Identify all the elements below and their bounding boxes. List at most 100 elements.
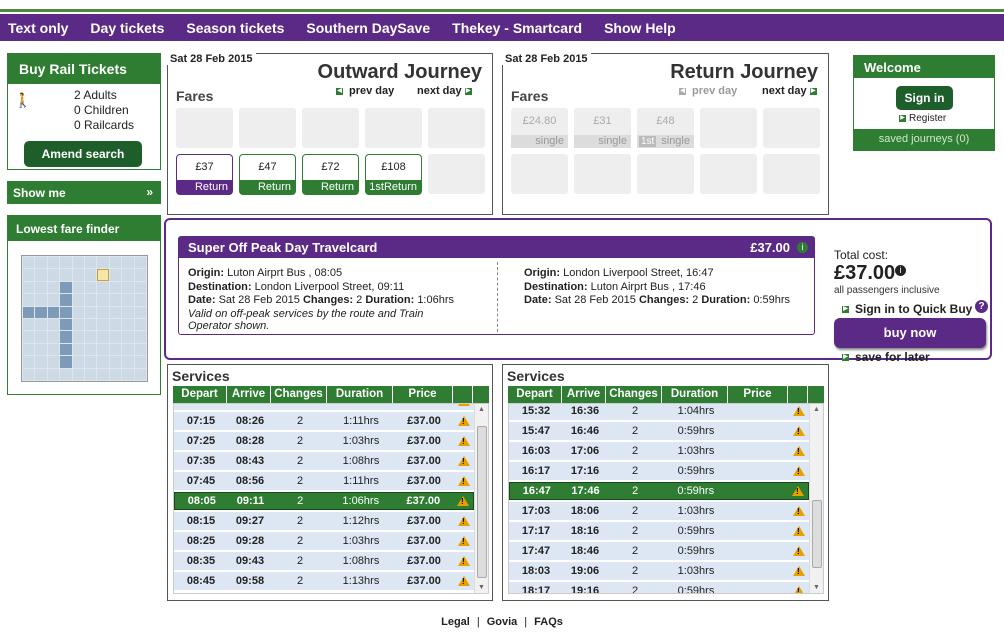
service-row[interactable]: 18:03 19:06 2 1:03hrs xyxy=(509,562,809,580)
buy-now-button[interactable]: buy now xyxy=(834,318,986,348)
service-row[interactable]: 08:25 09:28 2 1:03hrs £37.00 xyxy=(174,532,474,550)
warning-icon-cell[interactable] xyxy=(454,576,474,586)
nav-show-help[interactable]: Show Help xyxy=(604,20,676,36)
warning-icon xyxy=(458,476,470,486)
warning-icon xyxy=(793,526,805,536)
service-row[interactable]: 15:32 16:36 2 1:04hrs xyxy=(509,404,809,420)
footer-legal-link[interactable]: Legal xyxy=(441,616,470,628)
warning-icon-cell[interactable] xyxy=(789,546,809,556)
return-prev-day-link[interactable]: ◀ prev day xyxy=(679,85,737,97)
fare-option[interactable]: £72 Return xyxy=(302,154,359,195)
column-header-warning xyxy=(453,386,473,403)
sign-in-button[interactable]: Sign in xyxy=(896,86,953,110)
service-row[interactable]: 07:25 08:28 2 1:03hrs £37.00 xyxy=(174,432,474,450)
amend-search-button[interactable]: Amend search xyxy=(24,141,142,167)
service-row[interactable]: 15:47 16:46 2 0:59hrs xyxy=(509,422,809,440)
fare-option[interactable]: £31 single xyxy=(574,108,631,148)
fare-grid-cell xyxy=(134,356,146,368)
scroll-down-icon[interactable]: ▼ xyxy=(813,584,820,591)
warning-icon-cell[interactable] xyxy=(789,586,809,593)
footer-faqs-link[interactable]: FAQs xyxy=(534,616,563,628)
scrollbar-thumb[interactable] xyxy=(812,500,822,568)
fare-option[interactable]: £108 1stReturn xyxy=(365,154,422,195)
nav-southern-daysave[interactable]: Southern DaySave xyxy=(306,20,430,36)
outward-next-day-link[interactable]: next day ▶ xyxy=(417,85,472,97)
scrollbar-thumb[interactable] xyxy=(477,426,487,578)
return-destination: Luton Airprt Bus , 17:46 xyxy=(590,280,706,293)
service-row[interactable]: 07:35 08:43 2 1:08hrs £37.00 xyxy=(174,452,474,470)
nav-day-tickets[interactable]: Day tickets xyxy=(90,20,164,36)
warning-icon-cell[interactable] xyxy=(454,476,474,486)
scrollbar[interactable]: ▲ ▼ xyxy=(809,404,823,593)
fare-option[interactable]: £37 Return xyxy=(176,154,233,195)
fare-option[interactable]: £47 Return xyxy=(239,154,296,195)
lowest-fare-grid-thumbnail[interactable] xyxy=(21,255,148,382)
service-row[interactable]: 08:35 09:43 2 1:08hrs £37.00 xyxy=(174,552,474,570)
fare-grid-cell xyxy=(109,306,122,318)
nav-text-only[interactable]: Text only xyxy=(8,20,68,36)
depart-time: 07:25 xyxy=(186,435,216,447)
warning-icon-cell[interactable] xyxy=(454,416,474,426)
fare-grid-cell xyxy=(97,343,109,356)
warning-icon-cell[interactable] xyxy=(454,404,474,406)
fare-grid-cell xyxy=(23,281,35,294)
warning-icon-cell[interactable] xyxy=(453,496,473,506)
save-for-later-link[interactable]: ▶ save for later xyxy=(842,350,930,364)
service-row[interactable]: 07:45 08:56 2 1:11hrs £37.00 xyxy=(174,472,474,490)
service-row[interactable]: 07:0508:1121:06hrs£37.00 xyxy=(174,404,474,410)
info-icon[interactable]: i xyxy=(797,242,808,253)
column-header: Price xyxy=(728,386,788,403)
warning-icon-cell[interactable] xyxy=(789,526,809,536)
price: £37.00 xyxy=(407,515,441,527)
saved-journeys-link[interactable]: saved journeys (0) xyxy=(854,129,994,150)
scroll-up-icon[interactable]: ▲ xyxy=(813,406,820,413)
fare-option[interactable]: £48 1st single xyxy=(637,108,694,148)
service-row[interactable]: 08:05 09:11 2 1:06hrs £37.00 xyxy=(174,492,474,510)
empty-fare-cell xyxy=(365,108,422,148)
service-row[interactable]: 07:15 08:26 2 1:11hrs £37.00 xyxy=(174,412,474,430)
warning-icon-cell[interactable] xyxy=(454,556,474,566)
duration: 1:08hrs xyxy=(342,555,380,567)
service-row[interactable]: 08:45 09:58 2 1:13hrs £37.00 xyxy=(174,572,474,590)
help-icon[interactable]: ? xyxy=(975,300,988,313)
fare-grid-cell xyxy=(134,257,146,269)
warning-icon-cell[interactable] xyxy=(454,516,474,526)
warning-icon-cell[interactable] xyxy=(789,426,809,436)
scrollbar[interactable]: ▲ ▼ xyxy=(474,404,488,593)
warning-icon-cell[interactable] xyxy=(789,406,809,416)
register-link[interactable]: ▶ Register xyxy=(899,113,946,124)
warning-icon-cell[interactable] xyxy=(789,446,809,456)
scroll-up-icon[interactable]: ▲ xyxy=(478,406,485,413)
fare-grid-cell xyxy=(72,331,84,343)
service-row[interactable]: 17:47 18:46 2 0:59hrs xyxy=(509,542,809,560)
warning-icon-cell[interactable] xyxy=(789,506,809,516)
service-row[interactable]: 16:47 17:46 2 0:59hrs xyxy=(509,482,809,500)
warning-icon-cell[interactable] xyxy=(454,436,474,446)
fare-grid-cell xyxy=(84,281,97,294)
column-header: Changes xyxy=(606,386,662,403)
scroll-down-icon[interactable]: ▼ xyxy=(478,584,485,591)
warning-icon-cell[interactable] xyxy=(789,566,809,576)
outward-prev-day-link[interactable]: ◀ prev day xyxy=(336,85,394,97)
service-row[interactable]: 17:17 18:16 2 0:59hrs xyxy=(509,522,809,540)
nav-season-tickets[interactable]: Season tickets xyxy=(186,20,284,36)
service-row[interactable]: 08:15 09:27 2 1:12hrs £37.00 xyxy=(174,512,474,530)
service-row[interactable]: 17:03 18:06 2 1:03hrs xyxy=(509,502,809,520)
warning-icon-cell[interactable] xyxy=(788,486,808,496)
outward-changes: 2 xyxy=(356,294,363,306)
service-row[interactable]: 18:17 19:16 2 0:59hrs xyxy=(509,582,809,593)
fare-grid-cell xyxy=(97,281,109,294)
return-next-day-link[interactable]: next day ▶ xyxy=(762,85,817,97)
return-services-panel: Services Depart Arrive Changes Duration Pric… xyxy=(502,364,829,601)
warning-icon-cell[interactable] xyxy=(789,466,809,476)
service-row[interactable]: 16:03 17:06 2 1:03hrs xyxy=(509,442,809,460)
warning-icon-cell[interactable] xyxy=(454,456,474,466)
fare-option[interactable]: £24.80 single xyxy=(511,108,568,148)
sign-in-quick-buy-link[interactable]: ▶ Sign in to Quick Buy xyxy=(842,302,972,316)
show-me-toggle[interactable]: Show me » xyxy=(7,181,161,204)
nav-thekey-smartcard[interactable]: Thekey - Smartcard xyxy=(452,20,582,36)
info-icon[interactable]: i xyxy=(895,265,907,276)
service-row[interactable]: 16:17 17:16 2 0:59hrs xyxy=(509,462,809,480)
footer-govia-link[interactable]: Govia xyxy=(487,616,518,628)
warning-icon-cell[interactable] xyxy=(454,536,474,546)
